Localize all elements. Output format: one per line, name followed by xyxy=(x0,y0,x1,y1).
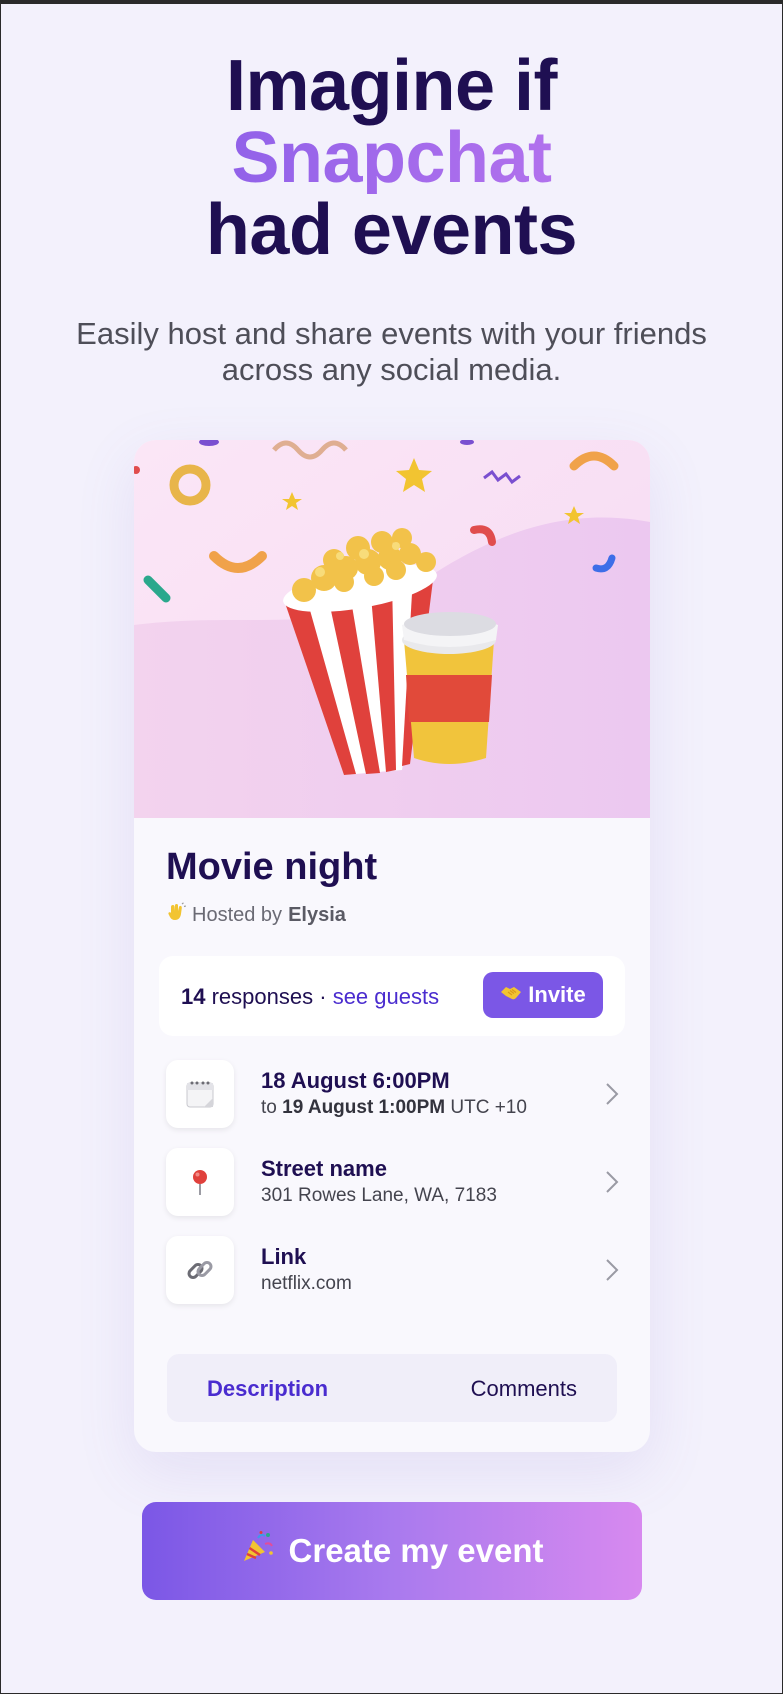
headline-line-3: had events xyxy=(205,190,578,270)
responses-count: 14 xyxy=(181,984,206,1009)
party-popper-icon xyxy=(241,1530,275,1572)
hero: Imagine if Snapchat had events Easily ho… xyxy=(1,50,782,388)
invite-label: Invite xyxy=(528,982,586,1007)
drink-cup xyxy=(402,612,498,764)
responses-box: 14 responses · see guests Invite xyxy=(159,956,625,1036)
host-name[interactable]: Elysia xyxy=(288,904,346,927)
host-prefix: Hosted by xyxy=(192,903,283,926)
date-end-value: 19 August 1:00PM xyxy=(282,1097,446,1118)
date-end: to 19 August 1:00PM UTC +10 xyxy=(261,1097,527,1119)
tab-bar: Description Comments xyxy=(167,1354,617,1422)
calendar-icon xyxy=(166,1060,234,1128)
event-card: Movie night Hosted by Elysia 14 response… xyxy=(134,440,650,1452)
tab-description[interactable]: Description xyxy=(207,1376,328,1402)
street-name: Street name xyxy=(261,1156,387,1181)
link-icon xyxy=(166,1236,234,1304)
headline-line-1: Imagine if xyxy=(225,46,558,126)
date-row[interactable]: 18 August 6:00PM to 19 August 1:00PM UTC… xyxy=(166,1060,626,1128)
chevron-right-icon xyxy=(598,1256,626,1284)
pin-icon xyxy=(166,1148,234,1216)
link-title: Link xyxy=(261,1244,307,1269)
event-cover-image xyxy=(134,440,650,818)
headline: Imagine if Snapchat had events xyxy=(1,50,782,266)
subtitle: Easily host and share events with your f… xyxy=(76,316,707,387)
street-address: 301 Rowes Lane, WA, 7183 xyxy=(261,1185,497,1206)
headline-accent: Snapchat xyxy=(1,122,782,194)
responses-label: responses · xyxy=(211,984,327,1009)
chevron-right-icon xyxy=(598,1168,626,1196)
link-row[interactable]: Link netflix.com xyxy=(166,1236,626,1304)
date-start: 18 August 6:00PM xyxy=(261,1068,450,1093)
date-end-prefix: to xyxy=(261,1097,277,1118)
host-line: Hosted by Elysia xyxy=(166,902,346,928)
invite-button[interactable]: Invite xyxy=(483,972,603,1018)
event-title: Movie night xyxy=(166,846,378,888)
create-event-button[interactable]: Create my event xyxy=(142,1502,642,1600)
see-guests-link[interactable]: see guests xyxy=(333,984,439,1009)
location-row[interactable]: Street name 301 Rowes Lane, WA, 7183 xyxy=(166,1148,626,1216)
responses-summary: 14 responses · see guests xyxy=(181,984,439,1010)
create-event-label: Create my event xyxy=(288,1532,544,1569)
tab-comments[interactable]: Comments xyxy=(471,1376,577,1402)
handshake-icon xyxy=(500,982,522,1008)
timezone: UTC +10 xyxy=(450,1097,527,1118)
link-url[interactable]: netflix.com xyxy=(261,1273,352,1295)
chevron-right-icon xyxy=(598,1080,626,1108)
waving-hand-icon xyxy=(166,902,186,928)
